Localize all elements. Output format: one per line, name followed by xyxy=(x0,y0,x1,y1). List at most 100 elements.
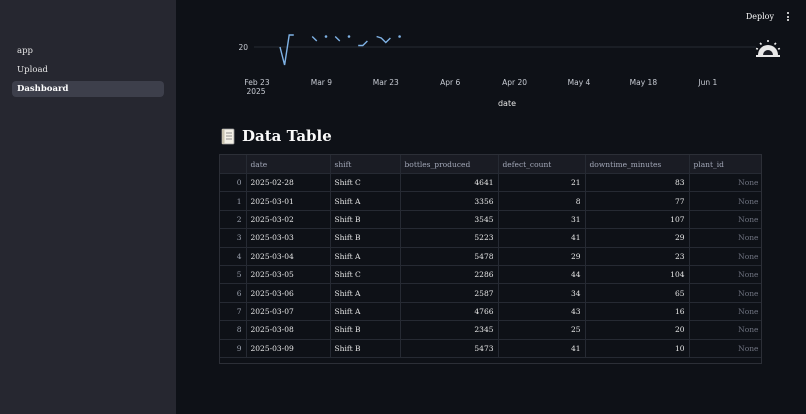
table-cell-shift: Shift A xyxy=(330,191,401,211)
table-cell-bottles-produced: 5478 xyxy=(400,247,499,266)
table-cell-bottles-produced: 2286 xyxy=(400,265,499,285)
table-cell-shift: Shift A xyxy=(330,247,401,266)
table-cell-downtime-minutes: 29 xyxy=(585,228,690,248)
column-header[interactable]: shift xyxy=(330,155,401,174)
table-cell-defect-count: 44 xyxy=(498,265,586,285)
table-row[interactable]: 3 2025-03-03 Shift B 5223 41 29 None xyxy=(220,228,761,248)
table-cell-downtime-minutes: 107 xyxy=(585,210,690,230)
sidebar-item-upload[interactable]: Upload xyxy=(12,62,164,78)
series-line-segment xyxy=(376,35,391,44)
table-row[interactable]: 0 2025-02-28 Shift C 4641 21 83 None xyxy=(220,173,761,193)
table-cell-index: 9 xyxy=(220,339,247,358)
x-tick-label: Mar 23 xyxy=(373,78,399,87)
table-cell-shift: Shift B xyxy=(330,210,401,230)
table-cell-shift: Shift A xyxy=(330,302,401,322)
table-cell-plant-id: None xyxy=(689,283,761,303)
app-window: app Upload Dashboard 20 Feb 23 2025 Mar 9 M… xyxy=(0,0,806,414)
document-icon xyxy=(221,128,235,144)
table-cell-shift: Shift B xyxy=(330,320,401,340)
table-cell-defect-count: 41 xyxy=(498,228,586,248)
table-cell-defect-count: 25 xyxy=(498,320,586,340)
table-cell-date: 2025-03-03 xyxy=(246,228,331,248)
table-cell-downtime-minutes: 77 xyxy=(585,191,690,211)
sidebar-item-dashboard[interactable]: Dashboard xyxy=(12,81,164,97)
table-cell-bottles-produced: 2345 xyxy=(400,320,499,340)
series-line-segment xyxy=(334,35,341,42)
table-cell-date: 2025-03-02 xyxy=(246,210,331,230)
table-row[interactable]: 6 2025-03-06 Shift A 2587 34 65 None xyxy=(220,283,761,303)
table-row[interactable]: 9 2025-03-09 Shift B 5473 41 10 None xyxy=(220,339,761,358)
table-cell-bottles-produced: 3356 xyxy=(400,191,499,211)
table-cell-date: 2025-03-08 xyxy=(246,320,331,340)
series-point xyxy=(347,35,351,38)
table-cell-index: 1 xyxy=(220,191,247,211)
table-cell-defect-count: 29 xyxy=(498,247,586,266)
x-axis-label: date xyxy=(498,99,516,108)
toolbar: Deploy xyxy=(746,12,792,21)
table-cell-defect-count: 41 xyxy=(498,339,586,358)
table-row[interactable]: 4 2025-03-04 Shift A 5478 29 23 None xyxy=(220,247,761,266)
table-cell-shift: Shift A xyxy=(330,283,401,303)
x-tick-label: Feb 23 2025 xyxy=(244,78,269,96)
table-cell-bottles-produced: 3545 xyxy=(400,210,499,230)
series-line-segment xyxy=(311,35,318,42)
table-cell-index: 6 xyxy=(220,283,247,303)
sidebar: app Upload Dashboard xyxy=(0,0,176,414)
table-cell-plant-id: None xyxy=(689,320,761,340)
table-body: 0 2025-02-28 Shift C 4641 21 83 None 1 2025-03-0… xyxy=(220,173,761,358)
table-cell-plant-id: None xyxy=(689,265,761,285)
table-cell-bottles-produced: 5223 xyxy=(400,228,499,248)
table-cell-downtime-minutes: 16 xyxy=(585,302,690,322)
column-header[interactable]: plant_id xyxy=(689,155,761,174)
table-row[interactable]: 8 2025-03-08 Shift B 2345 25 20 None xyxy=(220,320,761,340)
table-cell-plant-id: None xyxy=(689,173,761,193)
section-title: Data Table xyxy=(221,127,332,145)
table-cell-downtime-minutes: 10 xyxy=(585,339,690,358)
table-row[interactable]: 5 2025-03-05 Shift C 2286 44 104 None xyxy=(220,265,761,285)
table-cell-plant-id: None xyxy=(689,302,761,322)
kebab-menu-icon[interactable] xyxy=(784,12,792,21)
table-cell-bottles-produced: 2587 xyxy=(400,283,499,303)
table-cell-plant-id: None xyxy=(689,247,761,266)
x-tick-label: Jun 1 xyxy=(697,78,717,87)
table-cell-index: 5 xyxy=(220,265,247,285)
column-header[interactable]: bottles_produced xyxy=(400,155,499,174)
table-cell-downtime-minutes: 23 xyxy=(585,247,690,266)
table-cell-downtime-minutes: 65 xyxy=(585,283,690,303)
index-header xyxy=(220,155,247,174)
column-header[interactable]: defect_count xyxy=(498,155,586,174)
sidebar-item-app[interactable]: app xyxy=(12,43,164,59)
table-cell-shift: Shift C xyxy=(330,173,401,193)
table-cell-bottles-produced: 5473 xyxy=(400,339,499,358)
table-cell-bottles-produced: 4641 xyxy=(400,173,499,193)
x-tick-label: May 18 xyxy=(630,78,658,87)
table-cell-date: 2025-03-07 xyxy=(246,302,331,322)
table-cell-bottles-produced: 4766 xyxy=(400,302,499,322)
table-cell-index: 7 xyxy=(220,302,247,322)
series-line xyxy=(279,34,401,66)
table-row[interactable]: 1 2025-03-01 Shift A 3356 8 77 None xyxy=(220,191,761,211)
table-cell-shift: Shift B xyxy=(330,228,401,248)
table-cell-index: 3 xyxy=(220,228,247,248)
column-header[interactable]: date xyxy=(246,155,331,174)
table-cell-defect-count: 43 xyxy=(498,302,586,322)
table-cell-date: 2025-03-01 xyxy=(246,191,331,211)
table-cell-plant-id: None xyxy=(689,210,761,230)
table-cell-shift: Shift C xyxy=(330,265,401,285)
column-header[interactable]: downtime_minutes xyxy=(585,155,690,174)
x-tick-label: Mar 9 xyxy=(311,78,333,87)
table-cell-downtime-minutes: 104 xyxy=(585,265,690,285)
table-cell-date: 2025-02-28 xyxy=(246,173,331,193)
series-point xyxy=(398,35,401,38)
data-table[interactable]: date shift bottles_produced defect_count… xyxy=(219,154,762,364)
table-cell-index: 2 xyxy=(220,210,247,230)
table-cell-date: 2025-03-04 xyxy=(246,247,331,266)
table-row[interactable]: 7 2025-03-07 Shift A 4766 43 16 None xyxy=(220,302,761,322)
table-cell-plant-id: None xyxy=(689,228,761,248)
y-tick-label: 20 xyxy=(238,43,248,52)
deploy-button[interactable]: Deploy xyxy=(746,12,774,21)
table-cell-defect-count: 34 xyxy=(498,283,586,303)
table-cell-defect-count: 31 xyxy=(498,210,586,230)
table-row[interactable]: 2 2025-03-02 Shift B 3545 31 107 None xyxy=(220,210,761,230)
x-tick-label: May 4 xyxy=(568,78,591,87)
